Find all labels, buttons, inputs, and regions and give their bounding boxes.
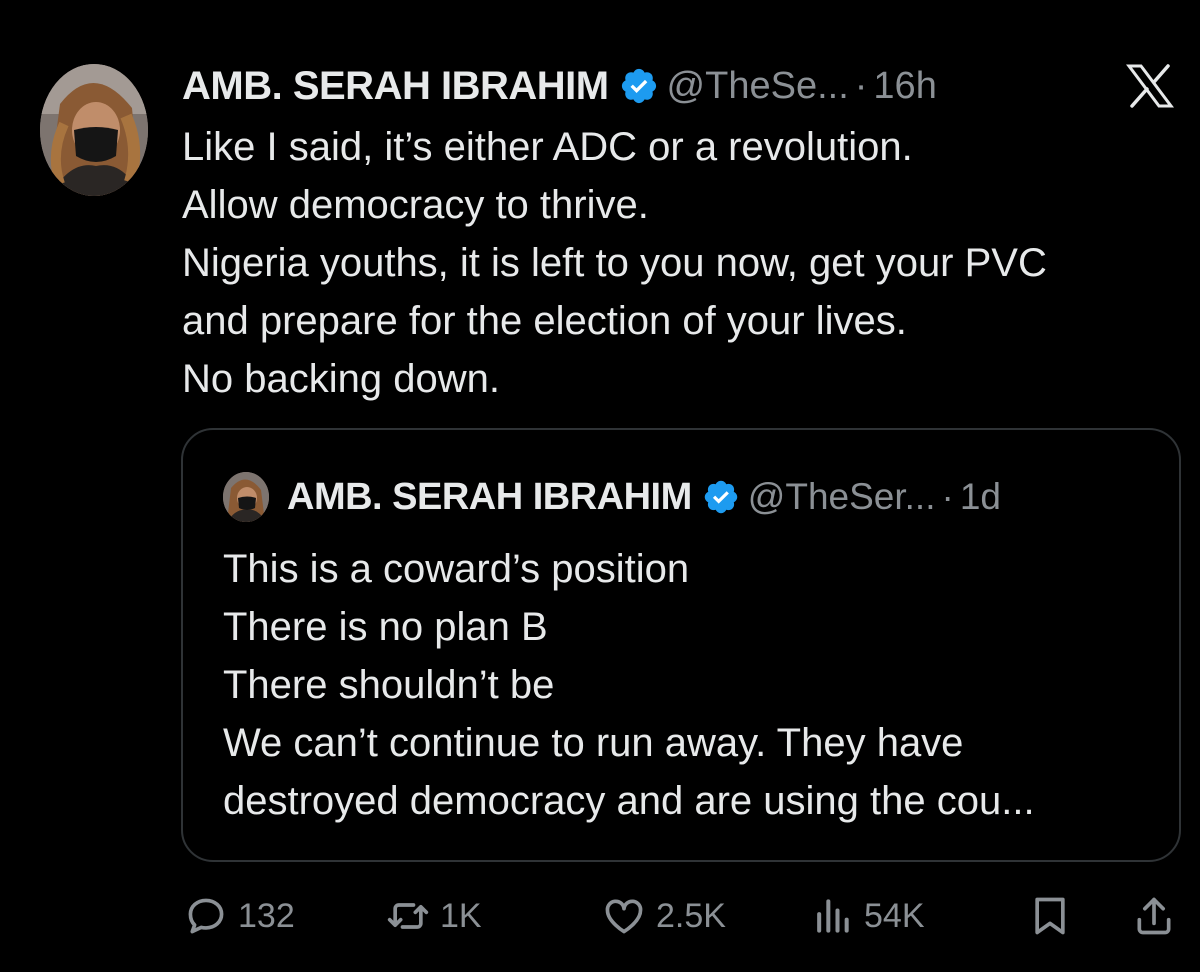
repost-button[interactable]: 1K [386, 888, 482, 944]
quoted-tweet-header: AMB. SERAH IBRAHIM @TheSer... · 1d [223, 472, 1001, 522]
quoted-text-line: destroyed democracy and are using the co… [223, 779, 1035, 823]
views-button[interactable]: 54K [810, 888, 925, 944]
author-name[interactable]: AMB. SERAH IBRAHIM [182, 64, 609, 109]
bookmark-button[interactable] [1028, 888, 1072, 944]
quoted-text-line: We can’t continue to run away. They have [223, 721, 964, 765]
action-bar: 132 1K 2.5K 54K [182, 888, 1182, 944]
quoted-author-avatar [223, 472, 269, 522]
separator-dot: · [854, 64, 868, 107]
verified-badge-icon [704, 480, 738, 514]
quoted-author-name: AMB. SERAH IBRAHIM [287, 475, 692, 518]
author-avatar[interactable] [40, 64, 148, 196]
quoted-author-handle: @TheSer... [747, 476, 936, 517]
profile-photo [223, 472, 269, 522]
views-count: 54K [864, 896, 925, 935]
views-icon [817, 899, 849, 933]
profile-photo [40, 64, 148, 196]
tweet-text: Like I said, it’s either ADC or a revolu… [182, 118, 1182, 408]
tweet-time[interactable]: 16h [873, 65, 936, 108]
tweet-text-line: Allow democracy to thrive. [182, 183, 649, 227]
repost-count: 1K [440, 896, 482, 935]
quoted-text-line: There shouldn’t be [223, 663, 555, 707]
tweet-text-line: Like I said, it’s either ADC or a revolu… [182, 125, 913, 169]
repost-icon [387, 903, 429, 929]
like-count: 2.5K [656, 896, 726, 935]
tweet-text-line: No backing down. [182, 357, 500, 401]
tweet-text-line: Nigeria youths, it is left to you now, g… [182, 241, 1047, 285]
quoted-text-line: There is no plan B [223, 605, 548, 649]
separator-dot: · [941, 476, 954, 517]
reply-count: 132 [238, 896, 295, 935]
reply-icon [188, 898, 224, 934]
quoted-tweet-time: 1d [959, 476, 1001, 517]
share-button[interactable] [1132, 888, 1176, 944]
share-icon [1137, 897, 1171, 935]
quoted-tweet-text: This is a coward’s position There is no … [223, 540, 1163, 830]
verified-badge-icon [621, 68, 656, 104]
x-logo-icon [1126, 64, 1174, 108]
tweet-text-line: and prepare for the election of your liv… [182, 299, 907, 343]
bookmark-icon [1035, 897, 1065, 935]
quoted-tweet-card[interactable]: AMB. SERAH IBRAHIM @TheSer... · 1d This … [181, 428, 1181, 862]
reply-button[interactable]: 132 [184, 888, 295, 944]
author-handle[interactable]: @TheSe... [667, 65, 849, 108]
quoted-text-line: This is a coward’s position [223, 547, 690, 591]
tweet-header: AMB. SERAH IBRAHIM @TheSe... · 16h [182, 60, 937, 112]
heart-icon [605, 899, 643, 934]
like-button[interactable]: 2.5K [602, 888, 726, 944]
